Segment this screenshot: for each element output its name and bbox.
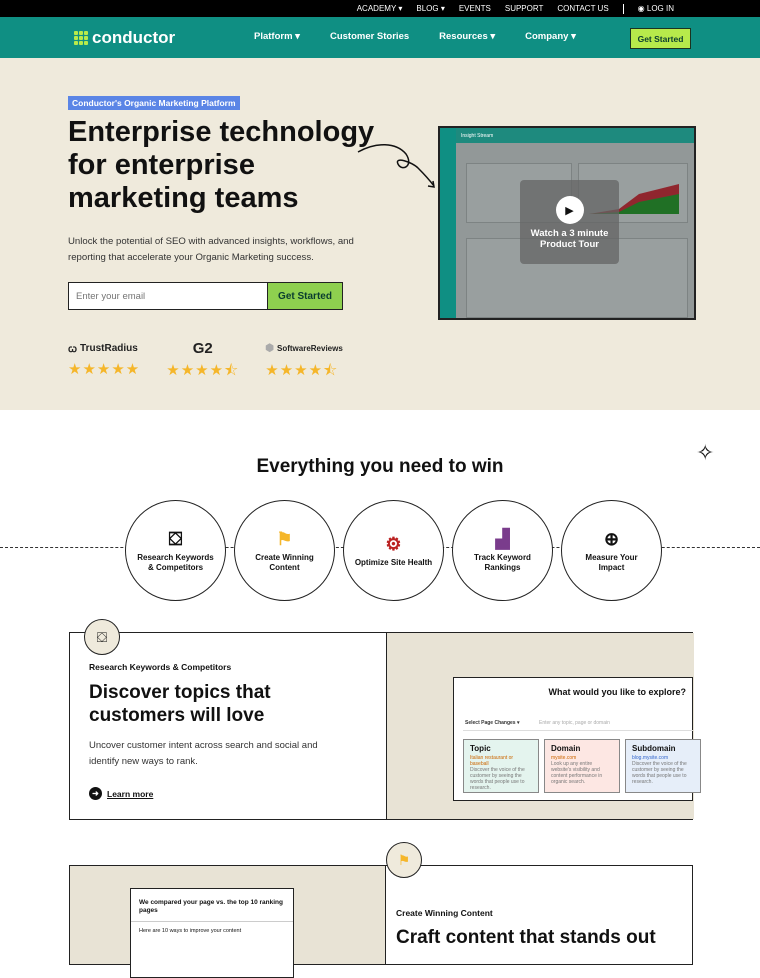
tile-desc: Look up any entire website's visibility … <box>551 761 603 785</box>
user-icon: ◉ <box>637 4 645 13</box>
nav-resources[interactable]: Resources ▾ <box>439 31 495 42</box>
trustradius-icon: ꞷ <box>68 344 78 355</box>
star-rating: ★★★★★ <box>68 361 141 378</box>
trustradius-label: TrustRadius <box>80 342 138 354</box>
step-label: Create Winning Content <box>255 553 314 572</box>
step-track[interactable]: ▟ Track Keyword Rankings <box>452 500 553 601</box>
learn-more-label: Learn more <box>107 788 154 799</box>
g2-logo: G2 <box>192 339 213 357</box>
tile-name: Subdomain <box>632 744 676 753</box>
presentation-icon: ⛋ <box>84 619 120 655</box>
step-label: Optimize Site Health <box>354 557 433 567</box>
play-overlay[interactable]: ▶ Watch a 3 minute Product Tour <box>520 180 619 264</box>
compare-panel: We compared your page vs. the top 10 ran… <box>130 888 294 978</box>
tile-topic[interactable]: Topic Italian restaurant or baseball Disco… <box>463 739 539 793</box>
tile-desc: Discover the voice of the customer by se… <box>470 767 525 791</box>
tile-desc: Discover the voice of the customer by se… <box>632 761 687 785</box>
tile-name: Domain <box>551 744 581 753</box>
compare-subtitle: Here are 10 ways to improve your content <box>139 928 242 934</box>
product-tour-video[interactable]: Insight Stream ▶ Watch a 3 minute Produc… <box>438 126 696 320</box>
card-title: Craft content that stands out <box>396 927 656 948</box>
flag-icon: ⚑ <box>386 842 422 878</box>
rating-g2: G2 ★★★★⯪ <box>166 340 239 385</box>
arrow-right-icon: ➜ <box>89 787 102 800</box>
topbar-academy[interactable]: ACADEMY ▾ <box>357 4 403 13</box>
card-body: Uncover customer intent across search an… <box>89 740 318 767</box>
app-title: Insight Stream <box>461 133 494 139</box>
email-form: Get Started <box>68 282 343 310</box>
hero-get-started-button[interactable]: Get Started <box>267 283 342 309</box>
utility-bar: ACADEMY ▾ BLOG ▾ EVENTS SUPPORT CONTACT … <box>0 0 760 17</box>
explore-title: What would you like to explore? <box>548 687 686 697</box>
card-tag: Create Winning Content <box>396 908 493 918</box>
topic-search-input[interactable]: Enter any topic, page or domain <box>533 720 693 726</box>
rating-trustradius: ꞷ TrustRadius ★★★★★ <box>68 340 140 385</box>
ratings-row: ꞷ TrustRadius ★★★★★ G2 ★★★★⯪ ⬢ SoftwareRev… <box>68 340 343 385</box>
magnifier-icon: ⊕ <box>603 529 620 549</box>
step-label: Research Keywords & Competitors <box>137 553 214 572</box>
main-nav: conductor Platform ▾ Customer Stories Re… <box>0 17 760 58</box>
flag-icon: ⚑ <box>276 529 293 549</box>
hero-section: Conductor's Organic Marketing Platform E… <box>0 58 760 410</box>
step-label: Measure Your Impact <box>585 553 638 572</box>
star-rating: ★★★★⯪ <box>166 362 240 379</box>
app-sidebar <box>440 128 456 318</box>
softwarereviews-label: SoftwareReviews <box>276 343 343 353</box>
logo[interactable]: conductor <box>74 28 175 48</box>
nav-customer-stories[interactable]: Customer Stories <box>330 31 409 42</box>
tile-name: Topic <box>470 744 491 753</box>
tile-domain[interactable]: Domain mysite.com Look up any entire websi… <box>544 739 620 793</box>
explore-illustration: What would you like to explore? Select P… <box>386 633 701 819</box>
chart-icon: ▟ <box>495 529 510 549</box>
email-input[interactable] <box>69 283 267 309</box>
explore-panel: What would you like to explore? Select P… <box>453 677 701 801</box>
login-link[interactable]: ◉ LOG IN <box>638 4 674 13</box>
compare-illustration: We compared your page vs. the top 10 ran… <box>70 866 386 978</box>
app-titlebar: Insight Stream <box>456 128 694 143</box>
win-section-title: Everything you need to win <box>256 456 504 477</box>
topbar-divider <box>622 3 624 14</box>
step-optimize[interactable]: ⚙ Optimize Site Health <box>343 500 444 601</box>
step-label: Track Keyword Rankings <box>474 553 531 572</box>
softwarereviews-icon: ⬢ <box>265 342 274 354</box>
feature-card-content: We compared your page vs. the top 10 ran… <box>69 842 693 978</box>
compare-title: We compared your page vs. the top 10 ran… <box>131 889 293 922</box>
play-icon: ▶ <box>555 196 584 224</box>
star-rating: ★★★★⯪ <box>265 362 339 379</box>
topbar-events[interactable]: EVENTS <box>459 4 491 13</box>
step-measure[interactable]: ⊕ Measure Your Impact <box>561 500 662 601</box>
nav-company[interactable]: Company ▾ <box>525 31 576 42</box>
presentation-icon: ⛋ <box>168 529 183 549</box>
logo-icon <box>74 31 88 45</box>
rating-softwarereviews: ⬢ SoftwareReviews ★★★★⯪ <box>265 340 343 385</box>
topbar-contact[interactable]: CONTACT US <box>557 4 608 13</box>
login-label: LOG IN <box>646 4 674 13</box>
hero-tag: Conductor's Organic Marketing Platform <box>68 96 240 110</box>
card-title: Discover topics that customers will love <box>89 682 271 726</box>
step-research[interactable]: ⛋ Research Keywords & Competitors <box>125 500 226 601</box>
hero-title: Enterprise technology for enterprise mar… <box>68 116 375 214</box>
squiggle-arrow-icon <box>357 144 435 188</box>
topbar-blog[interactable]: BLOG ▾ <box>416 4 444 13</box>
page-changes-select[interactable]: Select Page Changes ▾ <box>463 720 533 726</box>
feature-steps: ⛋ Research Keywords & Competitors ⚑ Create… <box>125 500 667 606</box>
monitor-gear-icon: ⚙ <box>385 533 402 554</box>
nav-platform[interactable]: Platform ▾ <box>254 31 300 42</box>
step-create[interactable]: ⚑ Create Winning Content <box>234 500 335 601</box>
tour-label: Watch a 3 minute Product Tour <box>530 228 609 250</box>
select-label: Select Page Changes <box>465 719 516 726</box>
nav-get-started-button[interactable]: Get Started <box>630 28 691 49</box>
feature-card-research: ⛋ Research Keywords & Competitors Discov… <box>69 619 701 820</box>
card-tag: Research Keywords & Competitors <box>89 662 232 672</box>
topbar-support[interactable]: SUPPORT <box>505 4 544 13</box>
hero-subtitle: Unlock the potential of SEO with advance… <box>68 236 354 263</box>
tile-example: Italian restaurant or baseball <box>470 755 514 767</box>
logo-text: conductor <box>92 28 176 47</box>
learn-more-link[interactable]: ➜ Learn more <box>89 787 153 800</box>
tile-subdomain[interactable]: Subdomain blog.mysite.com Discover the voi… <box>625 739 701 793</box>
